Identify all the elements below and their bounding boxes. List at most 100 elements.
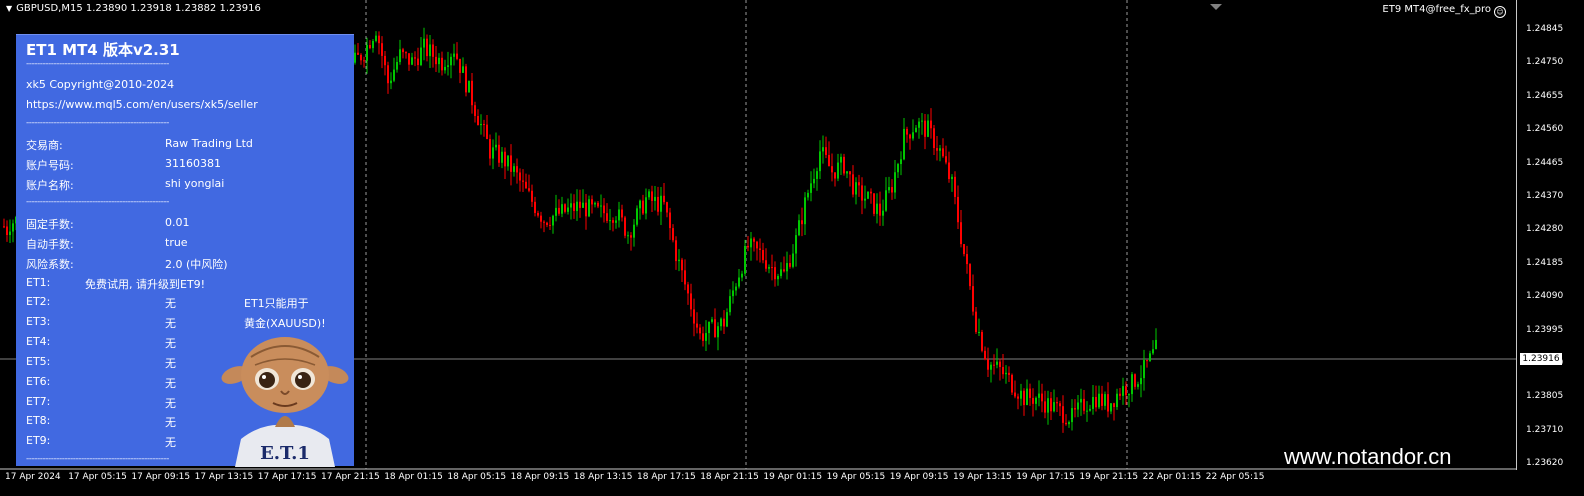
et-row-label: ET5: <box>26 355 51 368</box>
candle-body <box>516 166 518 173</box>
candle-body <box>663 195 665 203</box>
candle-body <box>762 250 764 261</box>
candle-body <box>459 58 461 73</box>
candle-body <box>897 164 899 173</box>
candle-body <box>450 56 452 66</box>
et-row-label: ET8: <box>26 414 51 427</box>
candle-body <box>1050 398 1052 412</box>
candle-body <box>435 56 437 65</box>
account-label: 账户号码: <box>26 159 74 172</box>
candle-body <box>468 80 470 93</box>
candle-body <box>579 201 581 208</box>
candle-body <box>774 267 776 280</box>
candle-body <box>732 290 734 297</box>
candle-body <box>462 66 464 73</box>
candle-body <box>483 123 485 125</box>
candle-body <box>852 174 854 195</box>
candle-body <box>432 44 434 57</box>
candle-body <box>915 127 917 133</box>
candle-body <box>681 259 683 271</box>
candle-body <box>996 361 998 365</box>
et-row-value: 无 <box>165 416 176 429</box>
candle-body <box>957 196 959 223</box>
candle-body <box>585 202 587 217</box>
candle-body <box>705 333 707 341</box>
candle-body <box>12 223 14 232</box>
et-row-label: ET9: <box>26 434 51 447</box>
candle-body <box>1038 393 1040 398</box>
candle-body <box>1125 386 1127 396</box>
candle-body <box>765 260 767 269</box>
candle-body <box>1152 349 1154 354</box>
candle-body <box>1065 422 1067 425</box>
candle-body <box>642 200 644 214</box>
candle-body <box>396 62 398 70</box>
candle-body <box>1101 393 1103 406</box>
candle-body <box>831 166 833 173</box>
candle-body <box>636 208 638 225</box>
fixed-lots-value: 0.01 <box>165 216 190 229</box>
candle-body <box>936 148 938 151</box>
candle-body <box>1068 422 1070 425</box>
candle-body <box>978 331 980 333</box>
chart-grid <box>365 0 1128 469</box>
candle-body <box>399 49 401 63</box>
candle-body <box>885 190 887 211</box>
candle-body <box>1119 393 1121 396</box>
candle-body <box>963 244 965 255</box>
et1-value: 免费试用, 请升级到ET9! <box>85 278 206 291</box>
candle-body <box>972 286 974 312</box>
candle-body <box>699 327 701 334</box>
smiley-icon[interactable]: ☺ <box>1494 6 1506 18</box>
price-tick-label: 1.24090 <box>1526 291 1564 302</box>
candle-body <box>552 215 554 226</box>
candle-body <box>402 49 404 53</box>
seller-url[interactable]: https://www.mql5.com/en/users/xk5/seller <box>26 98 258 111</box>
candle-body <box>861 185 863 201</box>
broker-label: 交易商: <box>26 139 63 152</box>
candle-body <box>486 124 488 140</box>
dropdown-triangle-icon[interactable]: ▼ <box>6 4 12 13</box>
candle-body <box>696 323 698 328</box>
time-tick-label: 19 Apr 05:15 <box>826 472 886 482</box>
candle-body <box>870 191 872 194</box>
candle-body <box>1140 378 1142 385</box>
candle-body <box>1134 374 1136 387</box>
candle-body <box>735 286 737 291</box>
candle-body <box>924 120 926 137</box>
candle-body <box>474 105 476 116</box>
candle-body <box>1005 372 1007 375</box>
candle-body <box>1032 397 1034 404</box>
candle-body <box>489 139 491 159</box>
candle-body <box>807 192 809 198</box>
candle-body <box>867 191 869 199</box>
watermark-text: www.notandor.cn <box>1284 444 1452 469</box>
candle-body <box>588 199 590 217</box>
candle-body <box>717 326 719 338</box>
time-tick-label: 17 Apr 21:15 <box>321 472 380 482</box>
candle-body <box>612 220 614 223</box>
candle-body <box>969 264 971 287</box>
candle-body <box>651 191 653 201</box>
symbol-header: ▼ GBPUSD,M15 1.23890 1.23918 1.23882 1.23… <box>6 3 261 14</box>
candle-body <box>408 53 410 65</box>
time-tick-label: 22 Apr 01:15 <box>1142 472 1202 482</box>
candle-body <box>741 273 743 278</box>
note-line-2: 黄金(XAUUSD)! <box>244 317 326 330</box>
candle-body <box>603 205 605 214</box>
candle-body <box>1062 406 1064 423</box>
candle-body <box>360 54 362 61</box>
candle-body <box>9 231 11 235</box>
candle-body <box>615 220 617 223</box>
candle-body <box>3 226 5 228</box>
candle-body <box>675 240 677 262</box>
candle-body <box>990 364 992 370</box>
candle-body <box>1116 393 1118 408</box>
candle-body <box>405 52 407 54</box>
candle-body <box>1059 403 1061 407</box>
candle-body <box>492 147 494 159</box>
candle-body <box>369 45 371 49</box>
candle-body <box>684 270 686 285</box>
candle-body <box>1095 396 1097 408</box>
time-tick-label: 18 Apr 05:15 <box>447 472 507 482</box>
